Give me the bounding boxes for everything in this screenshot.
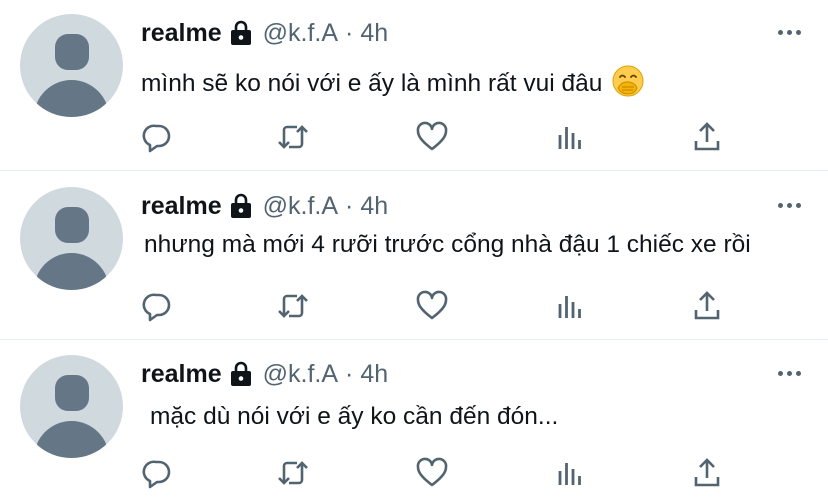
- tweet-text: mình sẽ ko nói với e ấy là mình rất vui …: [141, 65, 644, 104]
- divider: [0, 170, 828, 171]
- tweet[interactable]: realme @k.f.A · 4h nhưng mà mới 4 rưỡi t…: [0, 173, 828, 339]
- like-icon[interactable]: [415, 456, 449, 490]
- tweet-header: realme @k.f.A · 4h: [141, 17, 388, 49]
- like-icon[interactable]: [415, 289, 449, 323]
- reply-icon[interactable]: [140, 120, 174, 154]
- author-handle[interactable]: @k.f.A: [263, 360, 338, 389]
- share-icon[interactable]: [690, 456, 724, 490]
- like-icon[interactable]: [415, 120, 449, 154]
- divider: [0, 339, 828, 340]
- tweet-actions: [0, 120, 828, 154]
- reply-icon[interactable]: [140, 289, 174, 323]
- author-name[interactable]: realme: [141, 19, 222, 48]
- separator: ·: [345, 359, 354, 388]
- more-icon[interactable]: [778, 371, 801, 376]
- tweet[interactable]: realme @k.f.A · 4h mặc dù nói với e ấy k…: [0, 341, 828, 501]
- retweet-icon[interactable]: [276, 456, 310, 490]
- more-icon[interactable]: [778, 203, 801, 208]
- author-name[interactable]: realme: [141, 192, 222, 221]
- share-icon[interactable]: [690, 120, 724, 154]
- separator: ·: [345, 18, 354, 47]
- timeline: realme @k.f.A · 4h mình sẽ ko nói với e …: [0, 0, 828, 501]
- lock-icon: [229, 193, 253, 219]
- author-name[interactable]: realme: [141, 360, 222, 389]
- timestamp[interactable]: 4h: [360, 360, 388, 389]
- retweet-icon[interactable]: [276, 120, 310, 154]
- tweet-actions: [0, 456, 828, 490]
- views-icon[interactable]: [553, 456, 587, 490]
- views-icon[interactable]: [553, 120, 587, 154]
- views-icon[interactable]: [553, 289, 587, 323]
- tweet-header: realme @k.f.A · 4h: [141, 358, 388, 390]
- tweet-header: realme @k.f.A · 4h: [141, 190, 388, 222]
- tweet-text: nhưng mà mới 4 rưỡi trước cổng nhà đậu 1…: [144, 231, 751, 258]
- lock-icon: [229, 361, 253, 387]
- tweet-actions: [0, 289, 828, 323]
- author-handle[interactable]: @k.f.A: [263, 192, 338, 221]
- reply-icon[interactable]: [140, 456, 174, 490]
- face-with-hand-over-mouth-icon: [612, 65, 644, 104]
- timestamp[interactable]: 4h: [360, 192, 388, 221]
- author-handle[interactable]: @k.f.A: [263, 19, 338, 48]
- retweet-icon[interactable]: [276, 289, 310, 323]
- share-icon[interactable]: [690, 289, 724, 323]
- lock-icon: [229, 20, 253, 46]
- avatar[interactable]: [20, 355, 123, 458]
- separator: ·: [345, 191, 354, 220]
- avatar[interactable]: [20, 187, 123, 290]
- tweet[interactable]: realme @k.f.A · 4h mình sẽ ko nói với e …: [0, 0, 828, 170]
- more-icon[interactable]: [778, 30, 801, 35]
- avatar[interactable]: [20, 14, 123, 117]
- timestamp[interactable]: 4h: [360, 19, 388, 48]
- tweet-text: mặc dù nói với e ấy ko cần đến đón...: [150, 403, 559, 430]
